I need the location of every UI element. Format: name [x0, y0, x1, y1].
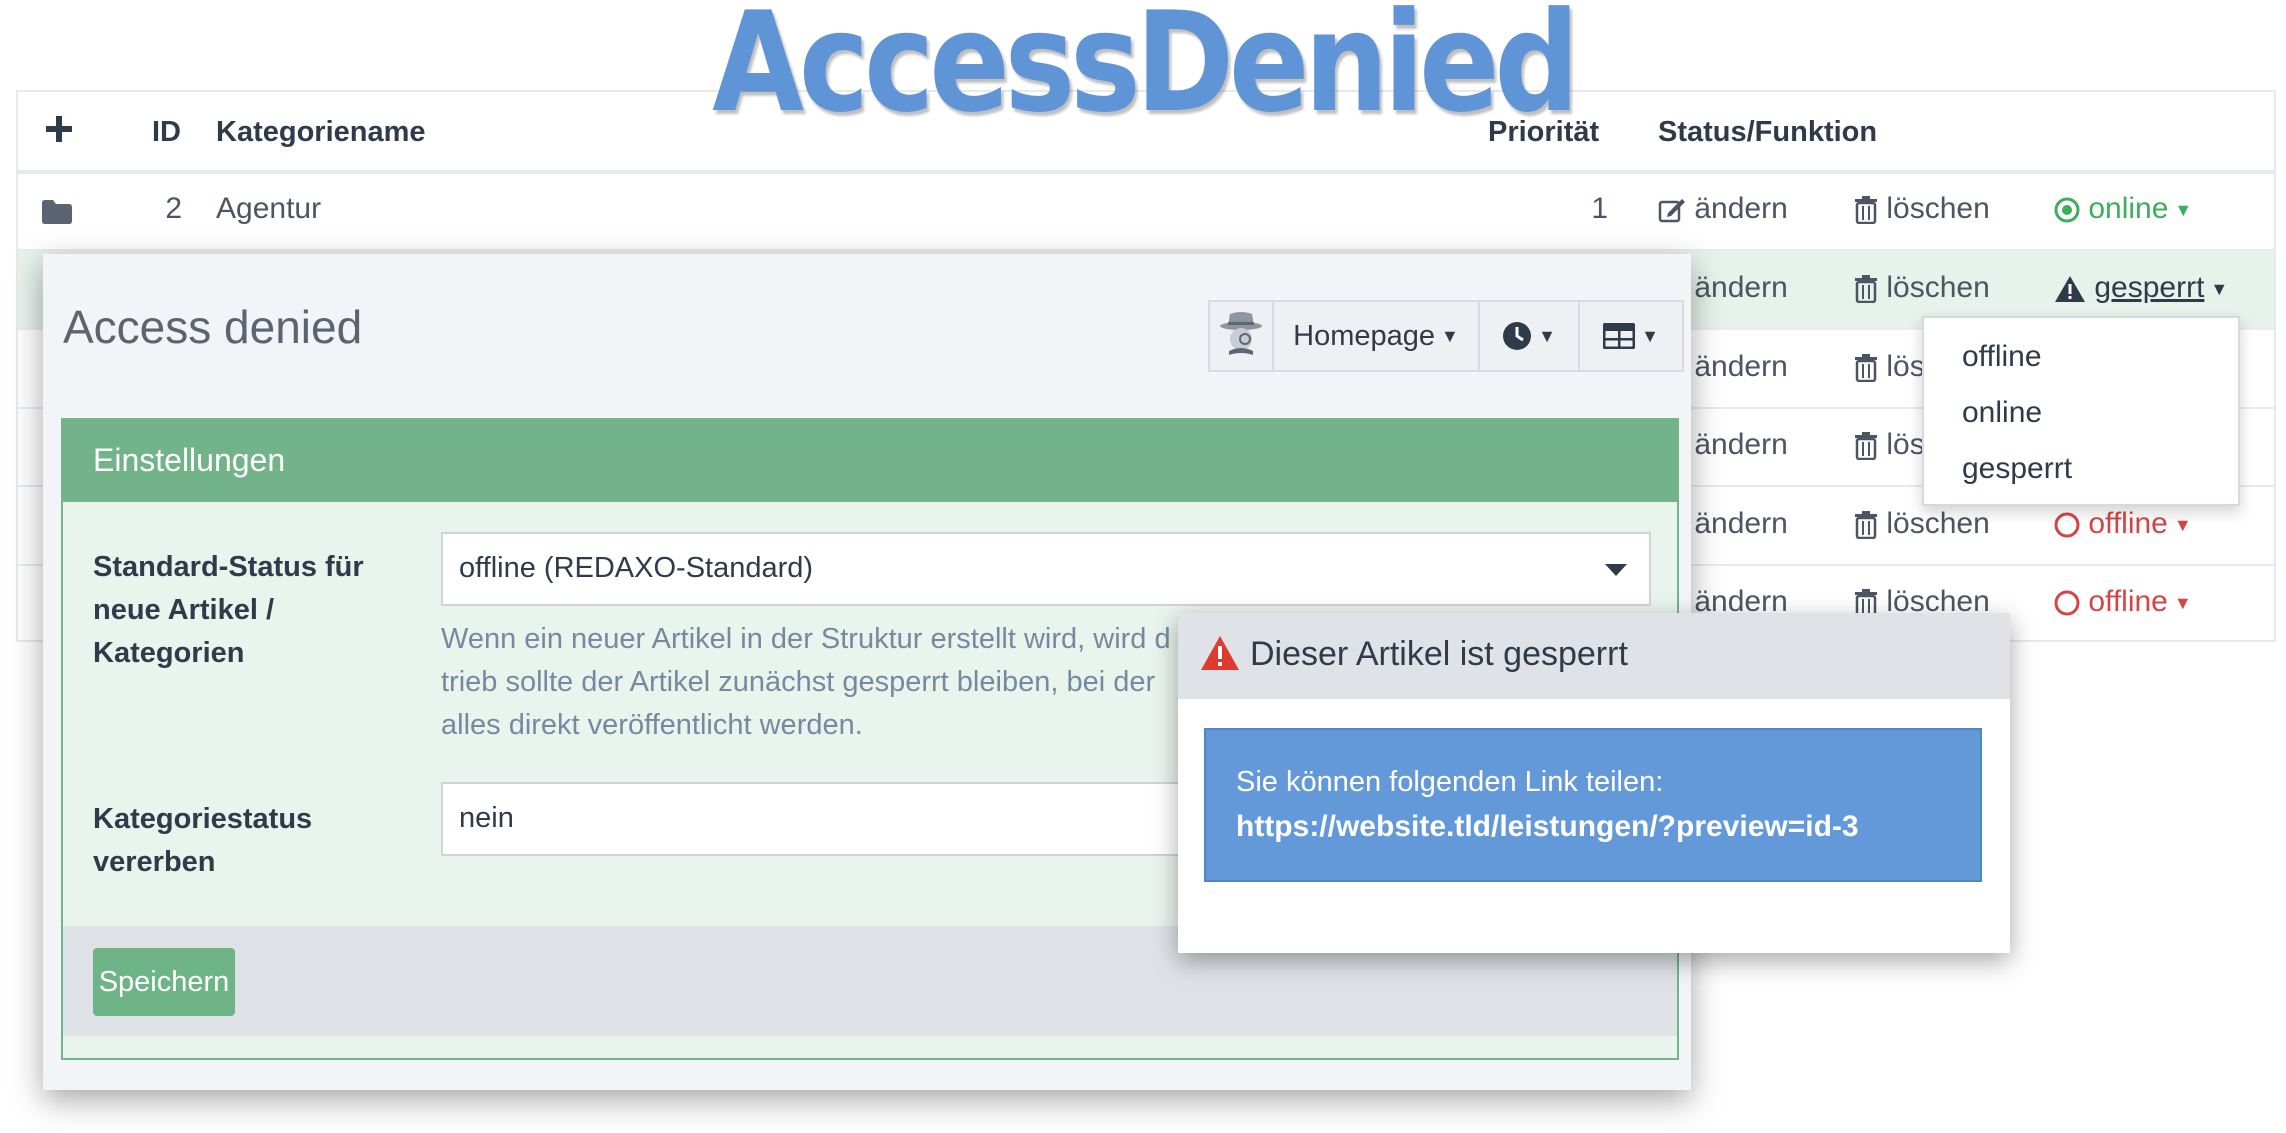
caret-down-icon: ▼: [2173, 592, 2192, 613]
page-title: Access denied: [63, 301, 363, 353]
delete-link[interactable]: löschen: [1854, 271, 1990, 305]
inherit-status-label: Kategoriestatus vererben: [93, 803, 313, 878]
homepage-dropdown-button[interactable]: Homepage ▼: [1274, 302, 1480, 370]
caret-down-icon: ▼: [2210, 278, 2229, 299]
spy-addon-button[interactable]: [1210, 302, 1274, 370]
dropdown-option-locked[interactable]: gesperrt: [1962, 452, 2072, 486]
select-arrow-icon: [1605, 564, 1627, 576]
spy-icon: [1220, 312, 1262, 355]
history-dropdown-button[interactable]: ▼: [1480, 302, 1580, 370]
delete-link[interactable]: lös: [1854, 428, 1925, 462]
status-dropdown-menu: offline online gesperrt: [1922, 316, 2240, 506]
offline-icon: [2054, 512, 2080, 538]
caret-down-icon: ▼: [1441, 325, 1459, 346]
layout-dropdown-button[interactable]: ▼: [1580, 302, 1682, 370]
warning-icon: [2055, 276, 2085, 303]
trash-icon: [1855, 354, 1877, 383]
settings-header: Einstellungen: [63, 420, 1677, 502]
row-priority: 1: [1591, 192, 1608, 225]
online-icon: [2054, 197, 2080, 223]
edit-icon: [1658, 199, 1685, 223]
access-denied-logo: AccessDenied: [711, 0, 1579, 143]
offline-icon: [2054, 590, 2080, 616]
save-button[interactable]: Speichern: [93, 948, 235, 1016]
delete-link[interactable]: lös: [1854, 350, 1925, 384]
trash-icon: [1855, 511, 1877, 540]
status-toggle-locked[interactable]: gesperrt ▼: [2054, 271, 2228, 305]
trash-icon: [1855, 196, 1877, 225]
status-toggle-offline[interactable]: offline ▼: [2054, 507, 2192, 541]
clock-icon: [1503, 322, 1532, 350]
status-toggle-online[interactable]: online ▼: [2054, 192, 2192, 226]
dropdown-option-online[interactable]: online: [1962, 396, 2042, 430]
locked-article-popup: Dieser Artikel ist gesperrt Sie können f…: [1178, 613, 2010, 953]
caret-down-icon: ▼: [2174, 199, 2193, 220]
caret-down-icon: ▼: [1538, 325, 1556, 346]
trash-icon: [1855, 432, 1877, 461]
trash-icon: [1855, 275, 1877, 304]
edit-link[interactable]: ändern: [1658, 192, 1788, 226]
delete-link[interactable]: löschen: [1854, 507, 1990, 541]
row-category-name[interactable]: Agentur: [216, 192, 321, 226]
default-status-select[interactable]: offline (REDAXO-Standard): [441, 532, 1651, 606]
caret-down-icon: ▼: [2173, 514, 2192, 535]
table-icon: [1603, 323, 1636, 349]
row-id: 2: [165, 192, 182, 225]
delete-link[interactable]: löschen: [1854, 192, 1990, 226]
folder-icon: [42, 194, 72, 228]
dropdown-option-offline[interactable]: offline: [1962, 340, 2042, 374]
toolbar-button-group: Homepage ▼ ▼ ▼: [1208, 300, 1684, 372]
status-toggle-offline[interactable]: offline ▼: [2054, 585, 2192, 619]
caret-down-icon: ▼: [1641, 325, 1659, 346]
popup-title: Dieser Artikel ist gesperrt: [1250, 635, 1628, 673]
preview-link[interactable]: https://website.tld/leistungen/?preview=…: [1236, 810, 1859, 844]
settings-heading: Einstellungen: [93, 442, 286, 478]
default-status-label: Standard-Status für neue Artikel / Kateg…: [93, 551, 364, 669]
table-row: 2 Agentur 1 ändern löschen online ▼: [18, 172, 2274, 251]
share-text: Sie können folgenden Link teilen:: [1236, 766, 1664, 798]
default-status-help-text: Wenn ein neuer Artikel in der Struktur e…: [441, 623, 1171, 741]
popup-header: Dieser Artikel ist gesperrt: [1178, 613, 2010, 699]
share-link-alert: Sie können folgenden Link teilen: https:…: [1204, 728, 1982, 882]
warning-icon: [1201, 636, 1239, 670]
